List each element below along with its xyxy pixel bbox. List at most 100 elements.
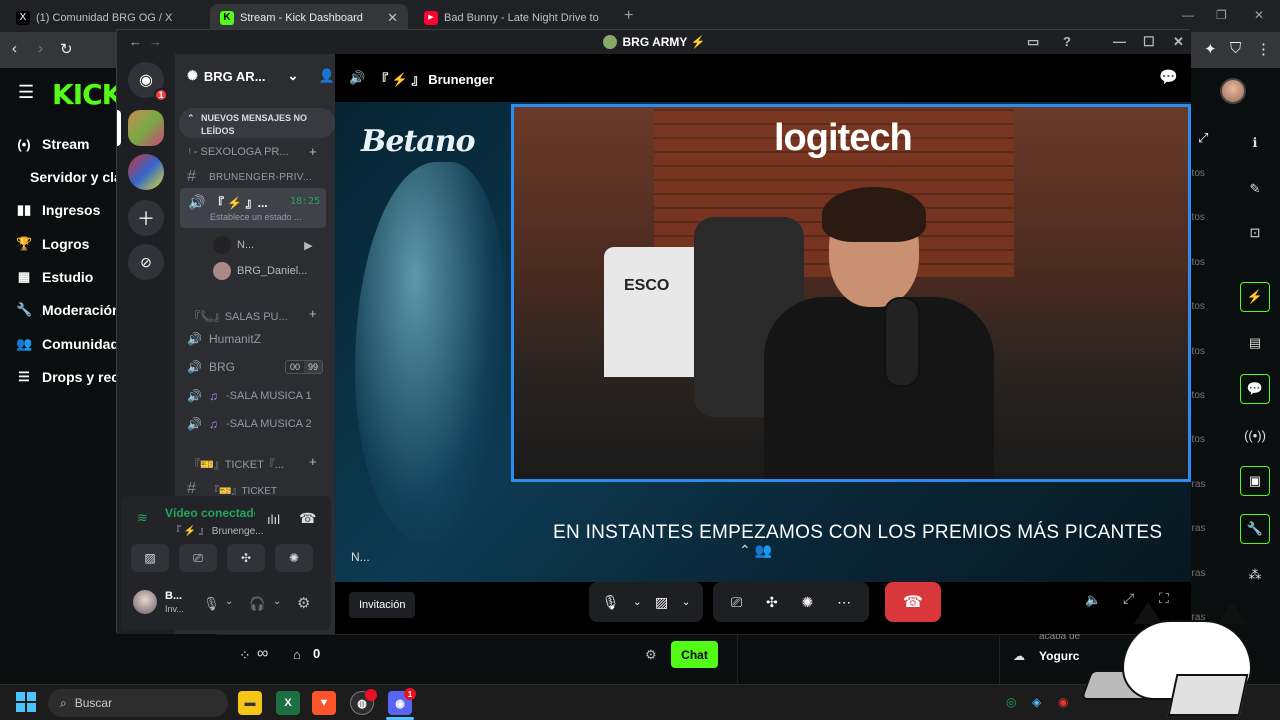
headphones-icon[interactable]: 🎧 (249, 596, 265, 612)
channel-brunenger-priv[interactable]: # BRUNENGER-PRIV... (187, 168, 312, 186)
new-messages-banner[interactable]: ⌃ NUEVOS MENSAJES NO LEÍDOS (179, 108, 335, 138)
maximize-icon[interactable]: ☐ (1143, 34, 1155, 50)
settings-gear-icon[interactable]: ⚙ (645, 647, 657, 663)
add-channel-icon[interactable]: + (309, 144, 317, 159)
screenshot-icon[interactable]: ⊡ (1240, 218, 1270, 248)
nav-item-moderacion[interactable]: 🔧 Moderación (16, 302, 121, 318)
chevron-down-icon[interactable]: ⌄ (273, 596, 281, 607)
server-brg-army[interactable] (128, 110, 164, 146)
connection-channel[interactable]: 『 ⚡ 』 Brunenge... (171, 522, 264, 537)
back-icon[interactable]: ← (129, 34, 142, 49)
stream-video[interactable]: Betano logitech ESCO EN INSTANTES EMPEZA… (335, 102, 1191, 582)
chat-button[interactable]: Chat (671, 641, 718, 668)
avatar[interactable] (133, 590, 157, 614)
forward-icon[interactable]: → (149, 34, 162, 49)
expand-members-icon[interactable]: ⌃ 👥 (739, 542, 772, 559)
channel-musica-2[interactable]: 🔊 ♫ -SALA MUSICA 2 (187, 417, 312, 431)
soundboard-icon[interactable]: ✺ (275, 544, 313, 572)
volume-icon[interactable]: 🔈 (1085, 592, 1101, 608)
minimize-icon[interactable]: — (1113, 34, 1126, 49)
nav-item-drops[interactable]: ☰ Drops y rec (16, 369, 119, 385)
connection-status[interactable]: Vídeo conectado (165, 506, 255, 520)
camera-off-icon[interactable]: ▨ (655, 594, 668, 611)
add-server-icon[interactable]: ＋ (128, 200, 164, 236)
obs-icon[interactable]: ◍ (350, 689, 377, 715)
nav-item-servidor[interactable]: Servidor y cla (30, 169, 122, 185)
activities-icon[interactable]: ✣ (766, 594, 778, 611)
invite-button[interactable]: Invitación (349, 592, 416, 618)
new-tab-button[interactable]: + (624, 7, 633, 25)
soundboard-icon[interactable]: ✺ (802, 594, 814, 611)
nav-item-logros[interactable]: 🏆 Logros (16, 236, 89, 252)
add-member-icon[interactable]: 👤 (318, 68, 334, 84)
camera-off-icon[interactable]: ▨ (131, 544, 169, 572)
windows-start-icon[interactable] (16, 692, 36, 712)
kick-logo[interactable]: KICK (52, 78, 123, 111)
circles-icon[interactable]: ⁂ (1240, 560, 1270, 590)
chevron-down-icon[interactable]: ⌄ (633, 597, 641, 608)
channel-humanitz[interactable]: 🔊 HumanitZ (187, 332, 261, 346)
hang-up-button[interactable]: ☎ (885, 582, 941, 622)
tray-icon[interactable]: ◈ (1032, 695, 1041, 709)
forward-icon[interactable]: › (38, 40, 43, 57)
disconnect-icon[interactable]: ☎ (299, 510, 316, 527)
tab-kick-dashboard[interactable]: K Stream - Kick Dashboard ✕ (210, 4, 408, 32)
screen-share-icon[interactable]: ⎚ (731, 594, 742, 611)
inbox-icon[interactable]: ▭ (1027, 34, 1039, 50)
close-window-icon[interactable]: ✕ (1254, 8, 1264, 22)
taskbar-search[interactable]: ⌕ Buscar (48, 689, 228, 717)
excel-icon[interactable]: X (276, 691, 300, 715)
voice-user[interactable]: N... ▶ (213, 236, 313, 254)
discord-home-icon[interactable]: ◉ 1 (128, 62, 168, 102)
category-sexologa[interactable]: ᵎ - SEXOLOGA PR... + (189, 144, 317, 159)
tray-icon[interactable]: ◉ (1058, 695, 1068, 709)
server-folder[interactable] (128, 154, 164, 190)
microphone-icon[interactable]: 🎙 (203, 596, 220, 612)
category-ticket[interactable]: 『🎫』TICKET『... + (189, 454, 317, 472)
popout-icon[interactable]: ⤢ (1123, 590, 1134, 607)
reload-icon[interactable]: ↻ (60, 40, 73, 58)
tab-x-comunidad[interactable]: X (1) Comunidad BRG OG / X (6, 4, 206, 32)
file-explorer-icon[interactable]: ▬ (238, 691, 262, 715)
add-channel-icon[interactable]: + (309, 454, 317, 469)
activities-icon[interactable]: ✣ (227, 544, 265, 572)
nav-item-ingresos[interactable]: ▮▮ Ingresos (16, 202, 101, 218)
broadcast-icon[interactable]: ((•)) (1240, 420, 1270, 450)
more-options-icon[interactable]: ⋯ (837, 594, 851, 611)
chevron-down-icon[interactable]: ⌄ (682, 597, 690, 608)
server-header[interactable]: ✺ BRG AR... ⌄ 👤 (187, 68, 335, 84)
microphone-icon[interactable]: 🎙 (602, 594, 620, 611)
maximize-icon[interactable]: ❐ (1216, 8, 1227, 22)
nav-item-comunidad[interactable]: 👥 Comunidad (16, 336, 119, 352)
discord-icon[interactable]: ◉ 1 (388, 688, 416, 715)
menu-dots-icon[interactable]: ⋮ (1256, 40, 1271, 58)
chat-bubble-icon[interactable]: 💬 (1159, 68, 1178, 86)
extension-icon[interactable]: ✦ (1204, 40, 1217, 58)
voice-user[interactable]: BRG_Daniel... (213, 262, 307, 280)
channel-brg[interactable]: 🔊 BRG 00 99 (187, 360, 324, 374)
info-icon[interactable]: ℹ (1240, 128, 1270, 158)
chevron-down-icon[interactable]: ⌄ (225, 596, 233, 607)
layout-icon[interactable]: ▣ (1240, 466, 1270, 496)
brave-icon[interactable]: ▼ (312, 691, 336, 715)
voice-channel-active[interactable]: 🔊 『 ⚡ 』... 18:25 Establece un estado ... (180, 188, 326, 228)
category-salas[interactable]: 『📞』SALAS PU... + (189, 306, 317, 324)
chat-bubble-icon[interactable]: 💬 (1240, 374, 1270, 404)
back-icon[interactable]: ‹ (12, 40, 17, 57)
document-icon[interactable]: ▤ (1240, 328, 1270, 358)
wrench-icon[interactable]: 🔧 (1240, 514, 1270, 544)
explore-icon[interactable]: ⊘ (128, 244, 164, 280)
tab-youtube[interactable]: ▶ Bad Bunny - Late Night Drive to (414, 4, 614, 32)
hamburger-menu-icon[interactable]: ☰ (18, 82, 34, 103)
noise-suppression-icon[interactable]: ılıl (267, 512, 280, 527)
pencil-icon[interactable]: ✎ (1240, 174, 1270, 204)
close-icon[interactable]: ✕ (1173, 34, 1184, 50)
avatar[interactable] (1220, 78, 1246, 104)
settings-gear-icon[interactable]: ⚙ (297, 594, 310, 612)
nav-item-estudio[interactable]: ▦ Estudio (16, 269, 94, 285)
help-icon[interactable]: ? (1063, 34, 1071, 49)
bolt-icon[interactable]: ⚡ (1240, 282, 1270, 312)
shield-icon[interactable]: ⛉ (1230, 40, 1241, 57)
nav-item-stream[interactable]: (•) Stream (16, 136, 89, 152)
channel-musica-1[interactable]: 🔊 ♫ -SALA MUSICA 1 (187, 389, 312, 403)
